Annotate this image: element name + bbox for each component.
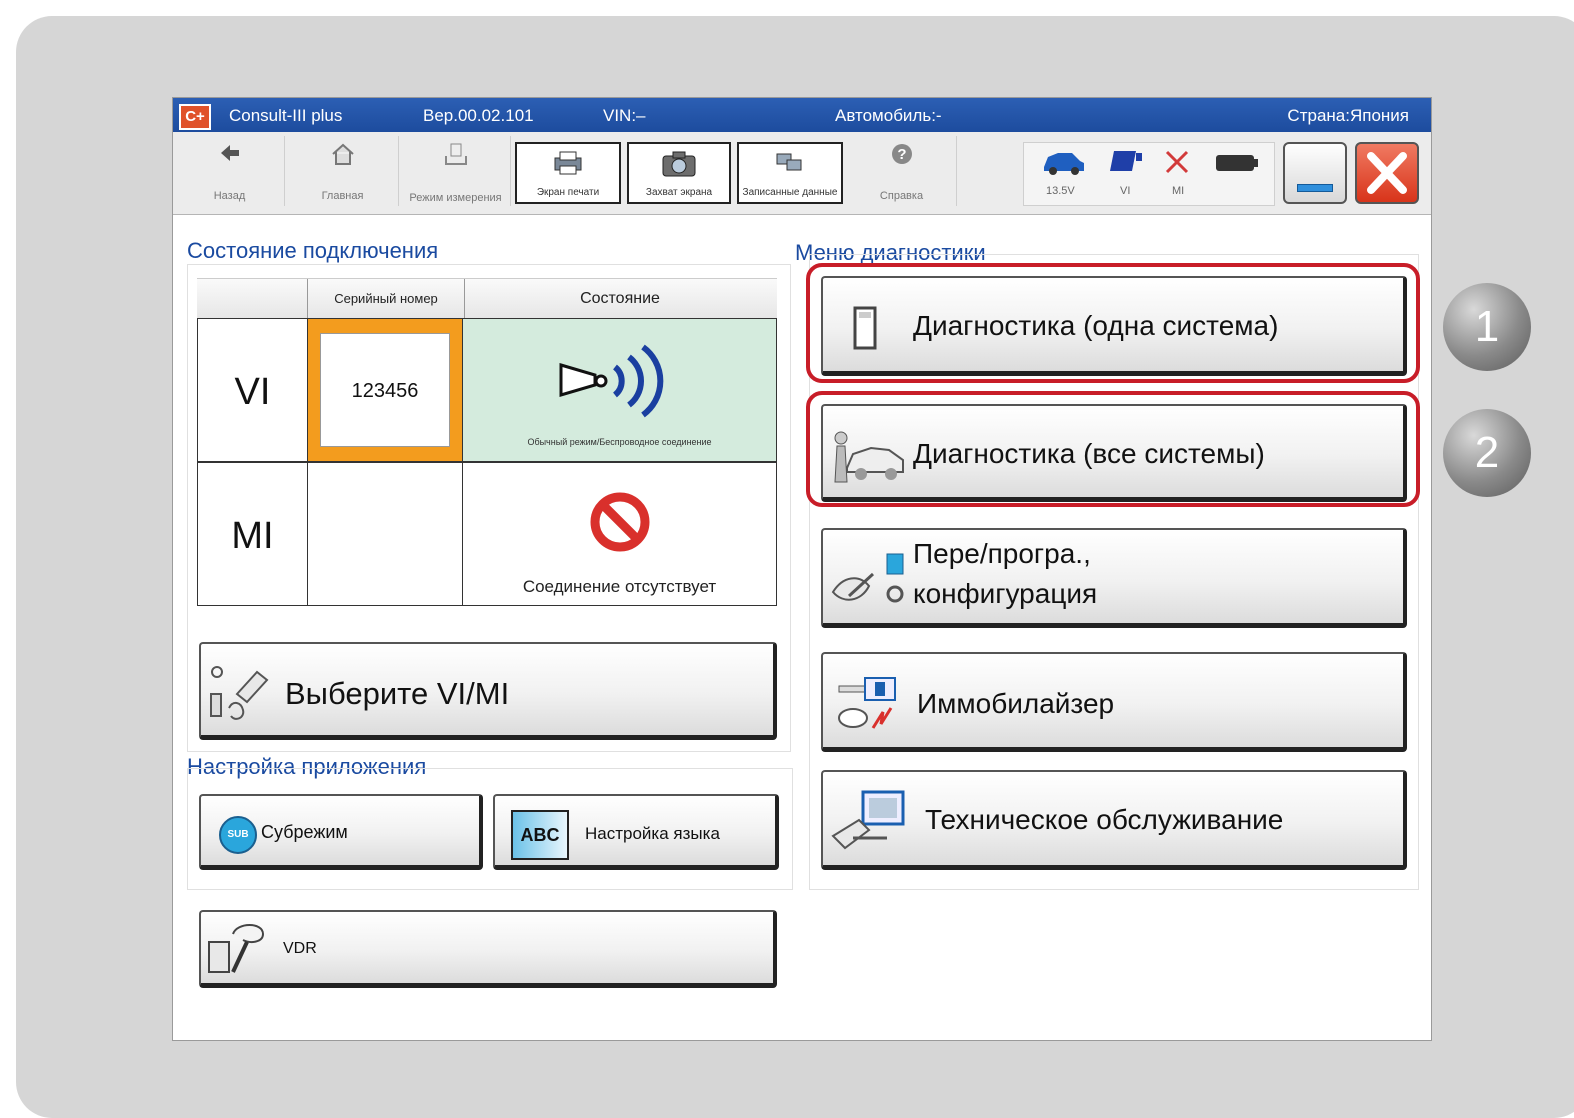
mi-serial-cell [307, 462, 463, 606]
home-icon [331, 143, 354, 165]
vi-status-label: VI [1120, 185, 1131, 197]
vi-device-label: VI [234, 371, 271, 413]
minimize-button[interactable] [1283, 142, 1347, 204]
language-settings-button[interactable]: ABC Настройка языка [493, 794, 779, 870]
recorded-data-label: Записанные данные [742, 187, 838, 198]
submode-label: Субрежим [261, 822, 348, 842]
close-button[interactable] [1355, 142, 1419, 204]
immobilizer-icon [838, 677, 896, 729]
status-panel: 13.5V VI MI [1023, 142, 1275, 206]
reprogramming-icon [831, 553, 904, 603]
vi-status-text: Обычный режим/Беспроводное соединение [527, 437, 712, 447]
camera-icon [662, 151, 696, 177]
back-button[interactable]: Назад [175, 136, 285, 206]
reprogramming-configuration-button[interactable]: Пере/програ., конфигурация [821, 528, 1407, 628]
recorded-data-icon [776, 153, 802, 171]
select-vi-mi-button[interactable]: Выберите VI/MI [199, 642, 777, 740]
language-settings-label: Настройка языка [585, 824, 720, 843]
reprogramming-label: Пере/програ., [913, 538, 1091, 569]
toolbar: Назад Главная Режим измерения Экран печа… [173, 132, 1431, 215]
mi-device-label: MI [231, 515, 274, 557]
vi-serial-cell[interactable]: 123456 [307, 318, 463, 462]
vi-status-cell: Обычный режим/Беспроводное соединение [463, 318, 777, 462]
version-label: Вер.00.02.101 [423, 106, 534, 125]
help-icon: ? [891, 144, 912, 164]
title-bar: C+ Consult-III plus Вер.00.02.101 VIN:– … [173, 98, 1431, 132]
connection-status-title: Состояние подключения [187, 238, 439, 263]
screen-capture-label: Захват экрана [645, 187, 713, 198]
wireless-signal-icon [559, 344, 664, 418]
printer-icon [554, 151, 582, 175]
maintenance-button[interactable]: Техническое обслуживание [821, 770, 1407, 870]
print-screen-button[interactable]: Экран печати [515, 142, 621, 204]
home-label: Главная [321, 190, 364, 202]
svg-text:?: ? [897, 146, 906, 163]
help-label: Справка [879, 190, 924, 202]
no-connection-icon [590, 492, 650, 552]
minimize-icon [1297, 184, 1333, 192]
help-button[interactable]: ? Справка [847, 136, 957, 206]
back-label: Назад [213, 190, 246, 202]
vi-serial-box: 123456 [320, 333, 450, 447]
close-icon [1367, 152, 1407, 194]
vdr-label: VDR [283, 940, 317, 957]
vi-connected-icon [1110, 151, 1142, 171]
measurement-icon [444, 143, 467, 165]
app-window: C+ Consult-III plus Вер.00.02.101 VIN:– … [172, 97, 1432, 1041]
highlight-diagnosis-all [806, 391, 1420, 507]
configuration-label: конфигурация [913, 578, 1098, 609]
select-vi-mi-label: Выберите VI/MI [285, 676, 510, 711]
mi-status-text: Соединение отсутствует [522, 577, 717, 596]
step-marker-2: 2 [1443, 409, 1531, 497]
battery-icon [1216, 155, 1258, 171]
vehicle-label: Автомобиль:- [835, 106, 942, 125]
vi-serial-number: 123456 [351, 380, 419, 402]
immobilizer-label: Иммобилайзер [917, 688, 1115, 719]
mi-status-label: MI [1172, 185, 1185, 197]
car-battery-icon [1044, 153, 1084, 175]
country-label: Страна:Япония [1287, 106, 1409, 125]
app-logo-icon: C+ [179, 104, 211, 130]
mi-device-cell: MI [197, 462, 307, 606]
submode-icon: SUB [219, 816, 257, 854]
measurement-mode-button[interactable]: Режим измерения [401, 136, 511, 206]
vin-label: VIN:– [603, 106, 646, 125]
maintenance-icon [831, 790, 905, 850]
immobilizer-button[interactable]: Иммобилайзер [821, 652, 1407, 752]
vdr-button[interactable]: VDR [199, 910, 777, 988]
mi-status-cell: Соединение отсутствует [463, 462, 777, 606]
app-name: Consult-III plus [229, 106, 343, 125]
submode-button[interactable]: SUB Субрежим [199, 794, 483, 870]
recorded-data-button[interactable]: Записанные данные [737, 142, 843, 204]
vi-device-cell: VI [197, 318, 307, 462]
home-button[interactable]: Главная [287, 136, 399, 206]
back-arrow-icon [220, 145, 239, 161]
mi-disconnected-icon [1165, 150, 1189, 174]
voltage-label: 13.5V [1046, 185, 1075, 197]
serial-number-header: Серийный номер [307, 279, 465, 319]
screen-capture-button[interactable]: Захват экрана [627, 142, 731, 204]
print-screen-label: Экран печати [536, 187, 600, 198]
connection-table-header: Серийный номер Состояние [197, 278, 777, 319]
select-device-icon [210, 666, 269, 720]
measurement-mode-label: Режим измерения [409, 192, 502, 204]
language-icon: ABC [511, 810, 569, 860]
maintenance-label: Техническое обслуживание [925, 804, 1284, 835]
status-header: Состояние [580, 290, 660, 307]
step-marker-1: 1 [1443, 283, 1531, 371]
highlight-diagnosis-single [806, 263, 1420, 383]
vdr-icon [208, 924, 265, 973]
